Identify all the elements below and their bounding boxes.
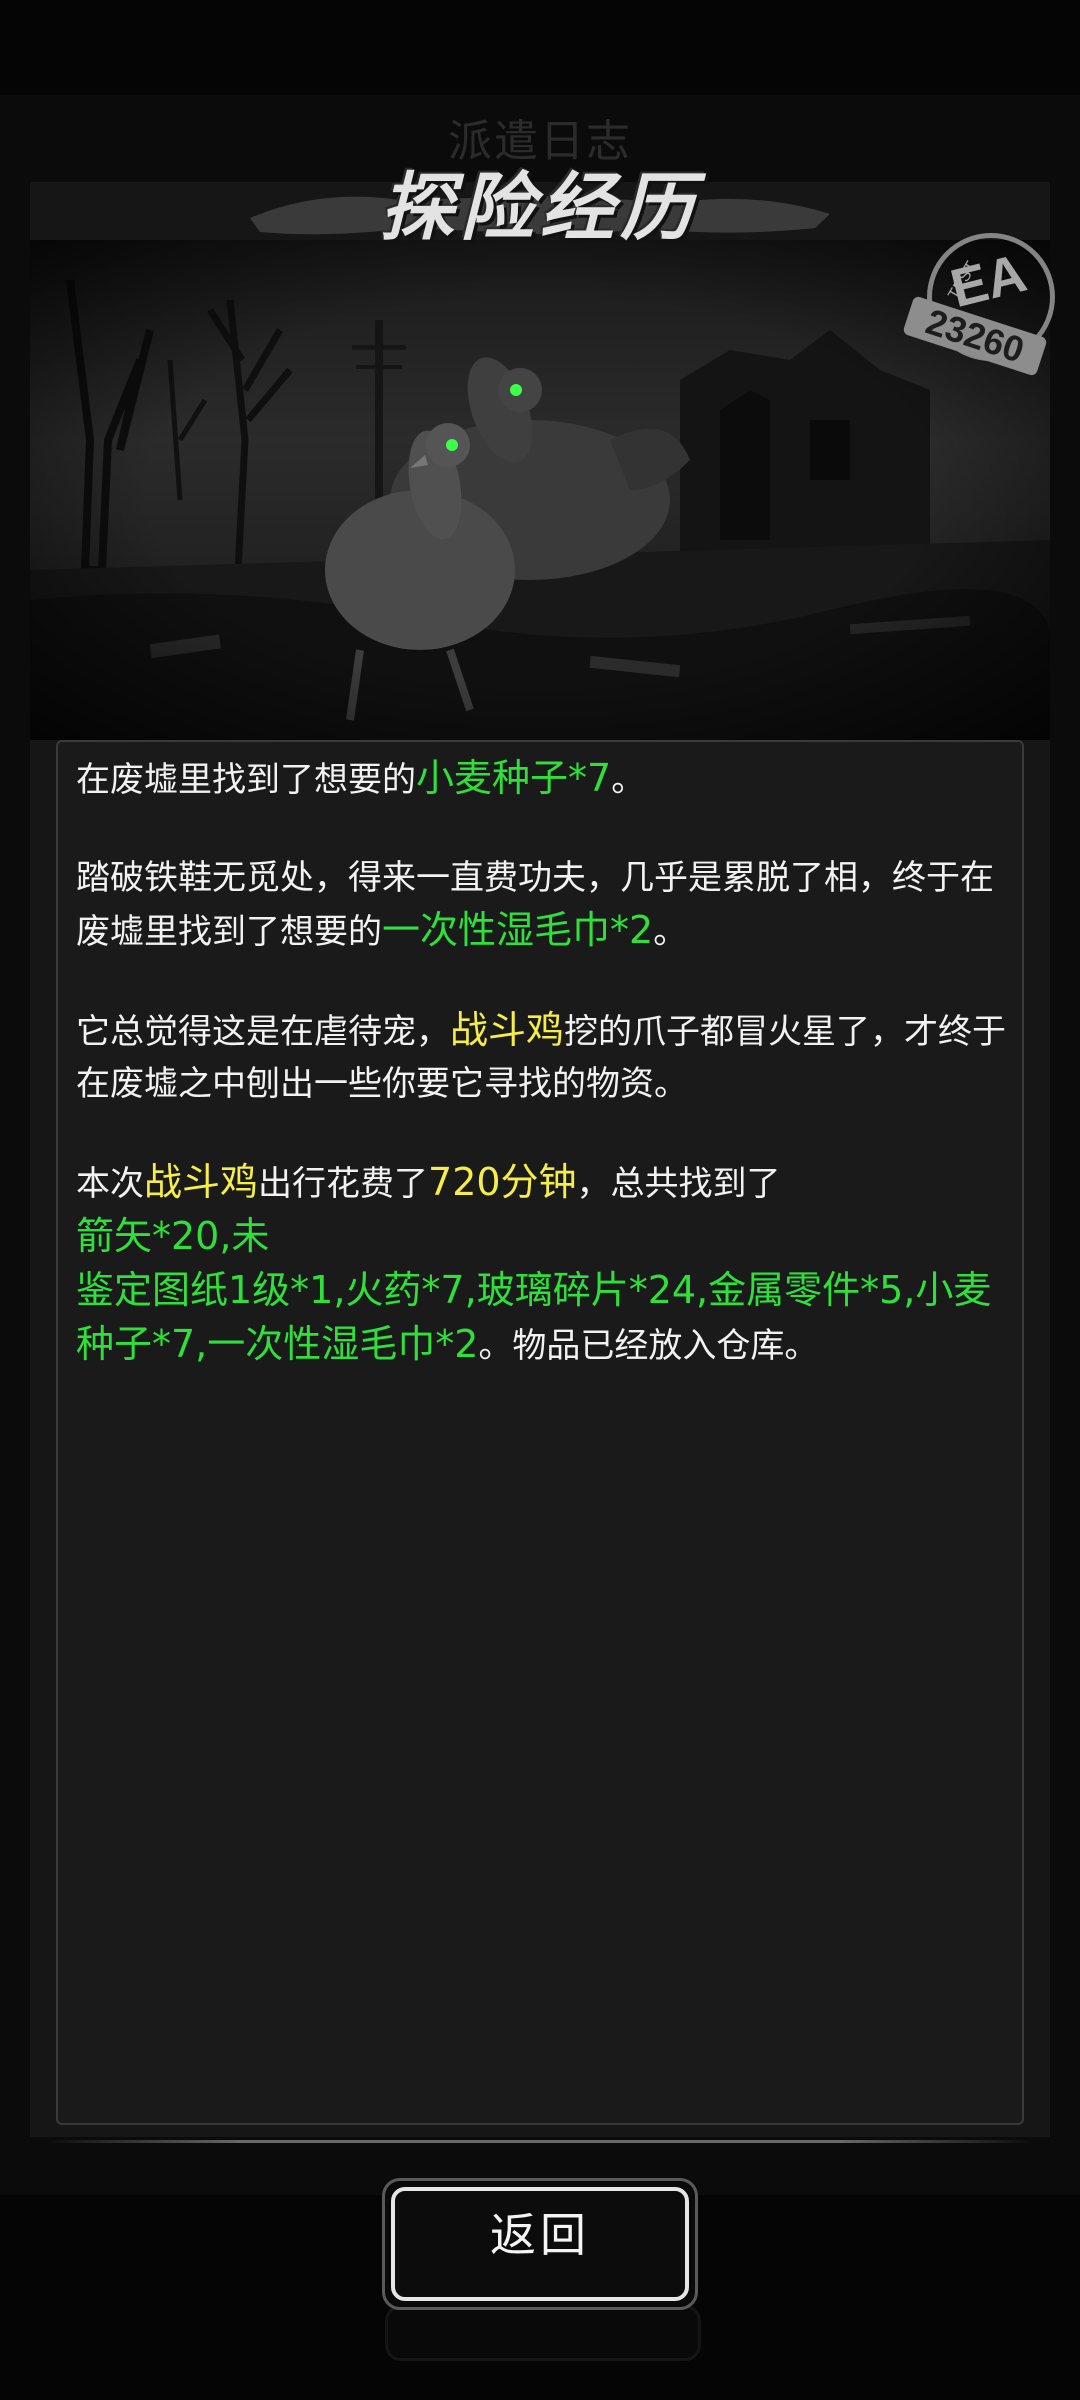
story-segment: 。物品已经放入仓库。 <box>478 1326 819 1366</box>
story-paragraph: 在废墟里找到了想要的小麦种子*7。 <box>76 752 1026 806</box>
pet-highlight: 战斗鸡 <box>450 1008 565 1052</box>
story-segment: 在废墟里找到了想要的 <box>76 760 416 800</box>
pet-highlight: 战斗鸡 <box>144 1160 259 1204</box>
background-button <box>385 2305 701 2361</box>
pet-highlight: 720分钟 <box>428 1160 577 1204</box>
scene-illustration <box>30 240 1050 740</box>
ruins-chicken-illustration <box>30 240 1050 740</box>
item-highlight: 箭矢*20,未 <box>76 1214 270 1258</box>
story-paragraph: 本次战斗鸡出行花费了720分钟，总共找到了 箭矢*20,未 鉴定图纸1级*1,火药*… <box>76 1156 1026 1372</box>
ea-test-stamp: EA TEST 23260 <box>902 228 1055 378</box>
story-segment: 它总觉得这是在虐待宠， <box>76 1012 450 1052</box>
story-paragraph: 它总觉得这是在虐待宠，战斗鸡挖的爪子都冒火星了，才终于在废墟之中刨出一些你要它寻… <box>76 1004 1026 1110</box>
story-segment: 本次 <box>76 1164 144 1204</box>
back-button-label: 返回 <box>490 2208 590 2262</box>
story-text: 在废墟里找到了想要的小麦种子*7。 踏破铁鞋无觅处，得来一直费功夫，几乎是累脱了相… <box>76 752 1026 1418</box>
dialog-title: 探险经历 <box>380 165 700 251</box>
divider <box>45 2140 1035 2143</box>
story-segment: 出行花费了 <box>258 1164 429 1204</box>
back-button[interactable]: 返回 <box>382 2178 698 2310</box>
dialog-title-banner: 探险经历 <box>240 158 840 258</box>
story-segment: 。 <box>611 760 646 800</box>
item-highlight: 小麦种子*7 <box>416 756 612 800</box>
story-segment: ，总共找到了 <box>576 1164 781 1204</box>
story-segment: 。 <box>653 912 688 952</box>
item-highlight: 一次性湿毛巾*2 <box>382 908 654 952</box>
story-paragraph: 踏破铁鞋无觅处，得来一直费功夫，几乎是累脱了相，终于在废墟里找到了想要的一次性湿… <box>76 852 1026 958</box>
